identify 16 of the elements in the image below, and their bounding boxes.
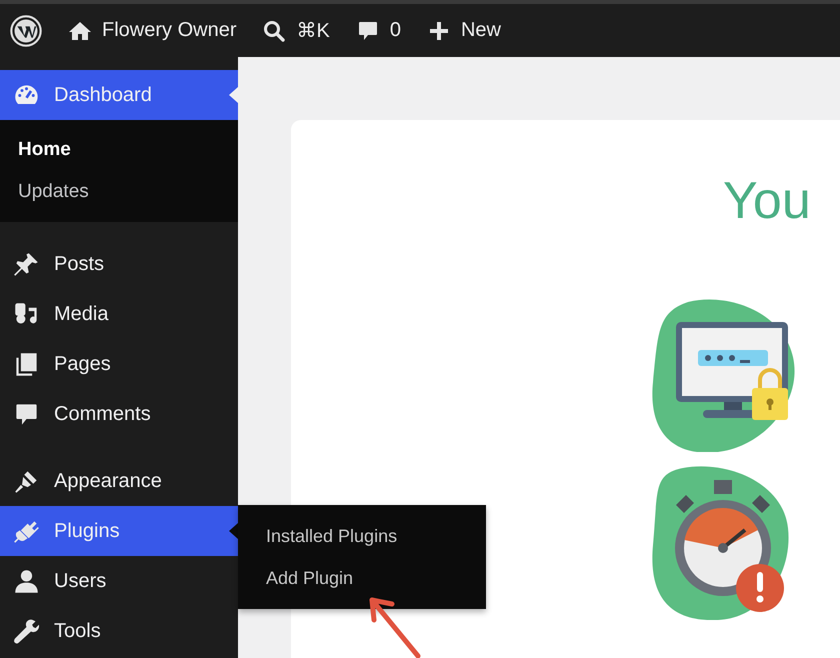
- page-heading: You: [723, 175, 812, 227]
- menu-item[interactable]: Dashboard: [0, 70, 238, 120]
- menu-pointer-icon: [229, 87, 238, 103]
- comments-link[interactable]: 0: [356, 18, 401, 42]
- search-link[interactable]: ⌘K: [262, 18, 330, 43]
- wrench-icon: [13, 618, 40, 644]
- new-link[interactable]: New: [426, 18, 501, 42]
- site-name-link[interactable]: Flowery Owner: [68, 18, 236, 42]
- wordpress-logo-icon[interactable]: [10, 14, 42, 46]
- user-icon: [13, 568, 40, 594]
- search-icon: [262, 18, 286, 42]
- flyout-menu-item[interactable]: Add Plugin: [238, 557, 486, 599]
- flyout-menu-item[interactable]: Installed Plugins: [238, 515, 486, 557]
- submenu-item[interactable]: Updates: [0, 171, 238, 213]
- submenu-item[interactable]: Home: [0, 129, 238, 171]
- pushpin-icon: [13, 250, 40, 278]
